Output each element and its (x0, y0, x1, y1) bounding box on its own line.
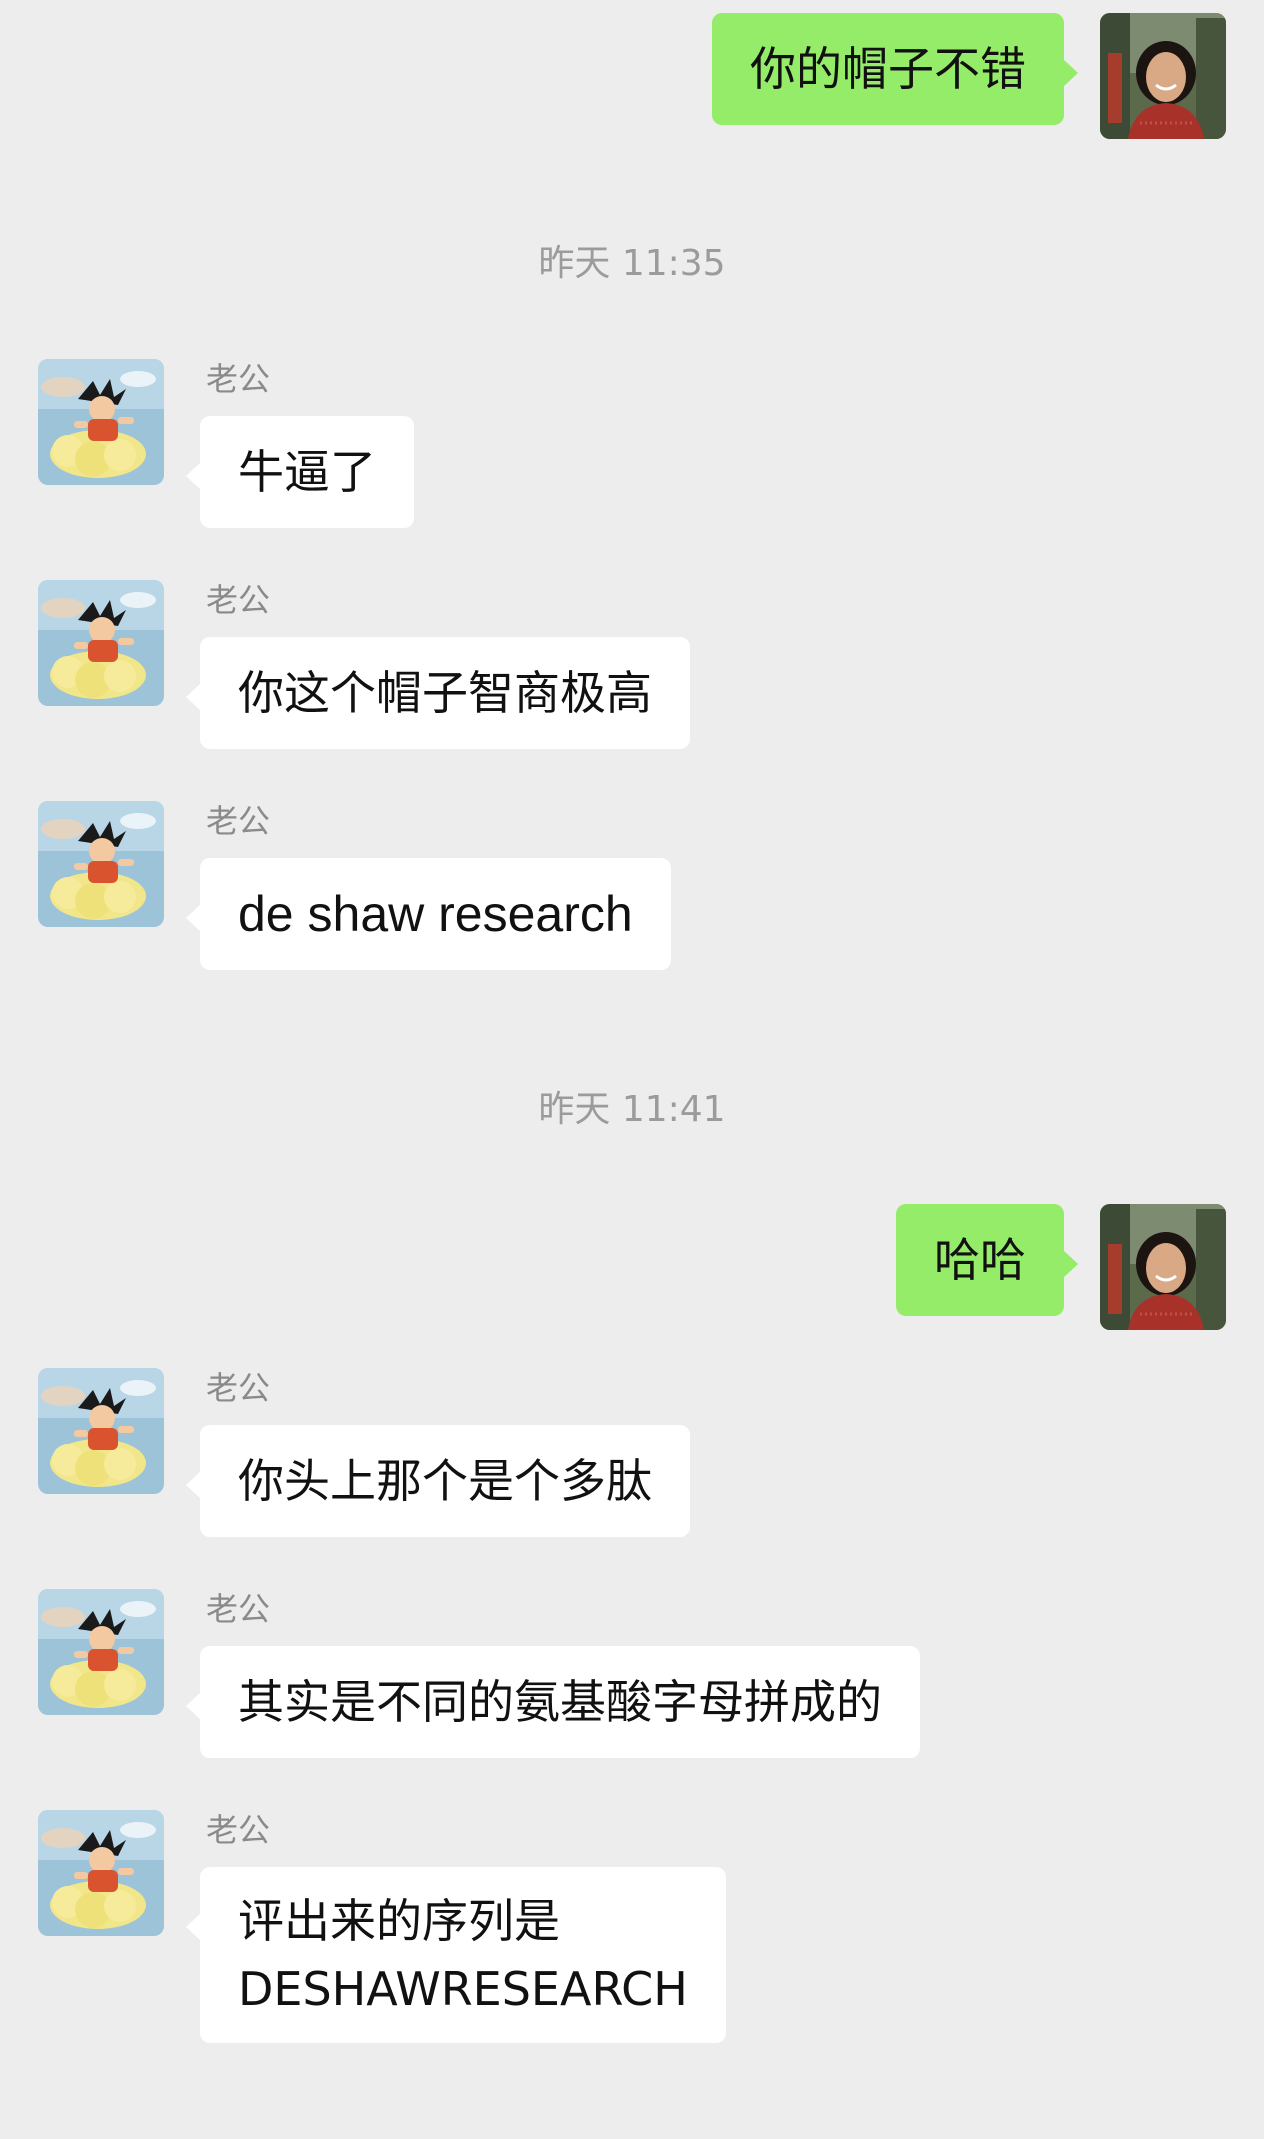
message-bubble-incoming[interactable]: 牛逼了 (186, 416, 414, 528)
contact-avatar-icon[interactable] (38, 801, 164, 927)
sender-name: 老公 (206, 1590, 271, 1628)
message-row-incoming: 老公 其实是不同的氨基酸字母拼成的 (0, 1589, 1264, 1774)
sender-name: 老公 (206, 802, 271, 840)
chat-message-list[interactable]: 你的帽子不错 昨天 11:35 老公 牛逼了 老公 你这个帽子智商极高 老公 d… (0, 0, 1264, 2139)
self-avatar-icon[interactable] (1100, 1204, 1226, 1330)
contact-avatar-icon[interactable] (38, 1368, 164, 1494)
message-row-incoming: 老公 你这个帽子智商极高 (0, 580, 1264, 765)
contact-avatar-icon[interactable] (38, 1589, 164, 1715)
message-bubble-outgoing[interactable]: 哈哈 (896, 1204, 1078, 1316)
message-row-incoming: 老公 评出来的序列是 DESHAWRESEARCH (0, 1810, 1264, 2055)
contact-avatar-icon[interactable] (38, 580, 164, 706)
message-bubble-incoming[interactable]: de shaw research (186, 858, 671, 970)
contact-avatar-icon[interactable] (38, 359, 164, 485)
sender-name: 老公 (206, 1369, 271, 1407)
message-bubble-incoming[interactable]: 其实是不同的氨基酸字母拼成的 (186, 1646, 920, 1758)
message-row-incoming: 老公 de shaw research (0, 801, 1264, 986)
self-avatar-icon[interactable] (1100, 13, 1226, 139)
message-row-outgoing: 哈哈 (0, 1204, 1264, 1330)
message-bubble-incoming[interactable]: 你这个帽子智商极高 (186, 637, 690, 749)
message-row-incoming: 老公 你头上那个是个多肽 (0, 1368, 1264, 1553)
sender-name: 老公 (206, 1811, 271, 1849)
sender-name: 老公 (206, 581, 271, 619)
timestamp-divider: 昨天 11:41 (538, 1089, 726, 1130)
message-bubble-outgoing[interactable]: 你的帽子不错 (712, 13, 1078, 125)
message-bubble-incoming[interactable]: 你头上那个是个多肽 (186, 1425, 690, 1537)
sender-name: 老公 (206, 360, 271, 398)
message-row-outgoing: 你的帽子不错 (0, 13, 1264, 139)
message-row-incoming: 老公 牛逼了 (0, 359, 1264, 544)
timestamp-divider: 昨天 11:35 (538, 243, 726, 284)
contact-avatar-icon[interactable] (38, 1810, 164, 1936)
message-bubble-incoming[interactable]: 评出来的序列是 DESHAWRESEARCH (186, 1867, 726, 2043)
